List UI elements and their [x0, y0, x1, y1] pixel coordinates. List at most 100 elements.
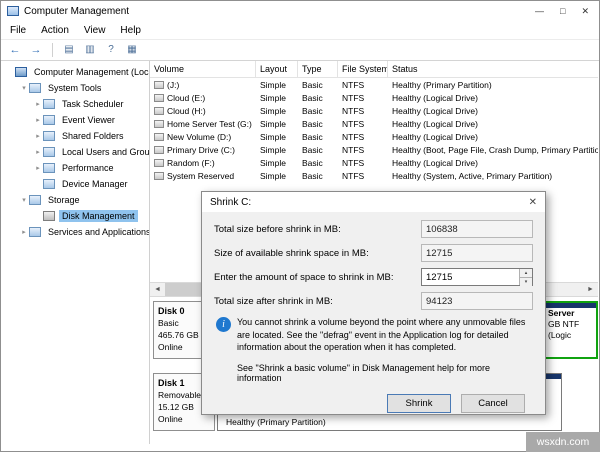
volume-type: Basic [298, 145, 338, 155]
tree-item-services-and-applications[interactable]: ▸ Services and Applications [2, 224, 149, 240]
volume-fs: NTFS [338, 132, 388, 142]
volume-status: Healthy (System, Active, Primary Partiti… [388, 171, 598, 181]
tree-item-label: Disk Management [59, 210, 138, 222]
title-bar: Computer Management — □ ✕ [1, 1, 599, 21]
table-row[interactable]: (J:) Simple Basic NTFS Healthy (Primary … [150, 78, 598, 91]
folder-icon [29, 195, 41, 205]
cancel-button[interactable]: Cancel [461, 394, 525, 413]
menu-file[interactable]: File [10, 25, 26, 36]
volume-layout: Simple [256, 106, 298, 116]
volume-fs: NTFS [338, 80, 388, 90]
table-row[interactable]: System Reserved Simple Basic NTFS Health… [150, 169, 598, 182]
table-row[interactable]: Home Server Test (G:) Simple Basic NTFS … [150, 117, 598, 130]
tree-item-local-users-and-groups[interactable]: ▸ Local Users and Groups [2, 144, 149, 160]
volume-name: Cloud (E:) [167, 93, 205, 103]
toolbar: ← → ▤ ▥ ? ▦ [1, 39, 599, 61]
column-header-volume[interactable]: Volume [150, 61, 256, 77]
volume-type: Basic [298, 171, 338, 181]
partition-status: Healthy (Primary Partition) [226, 417, 326, 427]
tree-item-label: Computer Management (Local [31, 66, 149, 78]
shrink-amount-input[interactable] [422, 269, 519, 285]
watermark: wsxdn.com [526, 432, 600, 452]
tree-item-label: Device Manager [59, 178, 131, 190]
folder-icon [43, 147, 55, 157]
volume-fs: NTFS [338, 106, 388, 116]
folder-icon [29, 83, 41, 93]
table-row[interactable]: New Volume (D:) Simple Basic NTFS Health… [150, 130, 598, 143]
help-icon[interactable]: ? [103, 42, 119, 58]
drive-icon [154, 172, 164, 180]
disk-view-icon[interactable]: ▦ [124, 42, 140, 58]
tree-item-device-manager[interactable]: Device Manager [2, 176, 149, 192]
field-label: Total size before shrink in MB: [214, 224, 341, 235]
volume-table-header: Volume Layout Type File System Status [150, 61, 598, 78]
column-header-file-system[interactable]: File System [338, 61, 388, 77]
column-header-status[interactable]: Status [388, 61, 598, 77]
volume-layout: Simple [256, 80, 298, 90]
tree-item-computer-management[interactable]: Computer Management (Local [2, 64, 149, 80]
volume-status: Healthy (Logical Drive) [388, 106, 598, 116]
folder-icon [29, 227, 41, 237]
console-tree: Computer Management (Local ▾ System Tool… [2, 61, 150, 444]
maximize-button[interactable]: □ [560, 6, 565, 17]
volume-fs: NTFS [338, 145, 388, 155]
minimize-button[interactable]: — [535, 6, 544, 17]
volume-layout: Simple [256, 93, 298, 103]
tree-item-shared-folders[interactable]: ▸ Shared Folders [2, 128, 149, 144]
volume-type: Basic [298, 158, 338, 168]
scroll-left-icon[interactable]: ◄ [150, 283, 165, 296]
menu-view[interactable]: View [84, 25, 106, 36]
volume-status: Healthy (Primary Partition) [388, 80, 598, 90]
tree-item-label: System Tools [45, 82, 104, 94]
folder-icon [43, 163, 55, 173]
total-size-after-field: 94123 [421, 292, 533, 310]
extended-partition-block[interactable]: Server GB NTF (Logic [544, 301, 598, 359]
info-icon: i [216, 317, 231, 332]
expander-icon: ▸ [19, 228, 29, 236]
tree-item-disk-management[interactable]: Disk Management [2, 208, 149, 224]
column-header-layout[interactable]: Layout [256, 61, 298, 77]
table-row[interactable]: Random (F:) Simple Basic NTFS Healthy (L… [150, 156, 598, 169]
table-row[interactable]: Primary Drive (C:) Simple Basic NTFS Hea… [150, 143, 598, 156]
volume-layout: Simple [256, 171, 298, 181]
volume-name: System Reserved [167, 171, 234, 181]
shrink-button[interactable]: Shrink [387, 394, 451, 413]
partition-status: (Logic [546, 330, 596, 341]
expander-icon: ▾ [19, 84, 29, 92]
tree-item-label: Task Scheduler [59, 98, 127, 110]
volume-fs: NTFS [338, 171, 388, 181]
volume-status: Healthy (Logical Drive) [388, 119, 598, 129]
volume-name: Random (F:) [167, 158, 215, 168]
close-button[interactable]: ✕ [581, 6, 589, 17]
volume-layout: Simple [256, 145, 298, 155]
menu-help[interactable]: Help [120, 25, 141, 36]
volume-name: Home Server Test (G:) [167, 119, 252, 129]
folder-icon [43, 115, 55, 125]
back-icon[interactable]: ← [7, 42, 23, 58]
tree-item-storage[interactable]: ▾ Storage [2, 192, 149, 208]
tree-item-task-scheduler[interactable]: ▸ Task Scheduler [2, 96, 149, 112]
table-row[interactable]: Cloud (E:) Simple Basic NTFS Healthy (Lo… [150, 91, 598, 104]
tree-item-event-viewer[interactable]: ▸ Event Viewer [2, 112, 149, 128]
menu-action[interactable]: Action [41, 25, 69, 36]
console-tree-icon[interactable]: ▤ [61, 42, 77, 58]
table-row[interactable]: Cloud (H:) Simple Basic NTFS Healthy (Lo… [150, 104, 598, 117]
partition-label: Server [546, 308, 596, 319]
drive-icon [154, 146, 164, 154]
volume-type: Basic [298, 106, 338, 116]
folder-icon [43, 99, 55, 109]
column-header-type[interactable]: Type [298, 61, 338, 77]
volume-status: Healthy (Boot, Page File, Crash Dump, Pr… [388, 145, 598, 155]
forward-icon[interactable]: → [28, 42, 44, 58]
shrink-dialog: Shrink C: ✕ Total size before shrink in … [201, 191, 546, 415]
volume-name: Cloud (H:) [167, 106, 206, 116]
dialog-close-icon[interactable]: ✕ [529, 197, 537, 208]
spinner-down-icon[interactable]: ▾ [520, 278, 532, 286]
tree-item-performance[interactable]: ▸ Performance [2, 160, 149, 176]
spinner-up-icon[interactable]: ▴ [520, 269, 532, 278]
tree-item-system-tools[interactable]: ▾ System Tools [2, 80, 149, 96]
properties-icon[interactable]: ▥ [82, 42, 98, 58]
scroll-right-icon[interactable]: ► [583, 283, 598, 296]
volume-status: Healthy (Logical Drive) [388, 93, 598, 103]
disk-icon [43, 211, 55, 221]
